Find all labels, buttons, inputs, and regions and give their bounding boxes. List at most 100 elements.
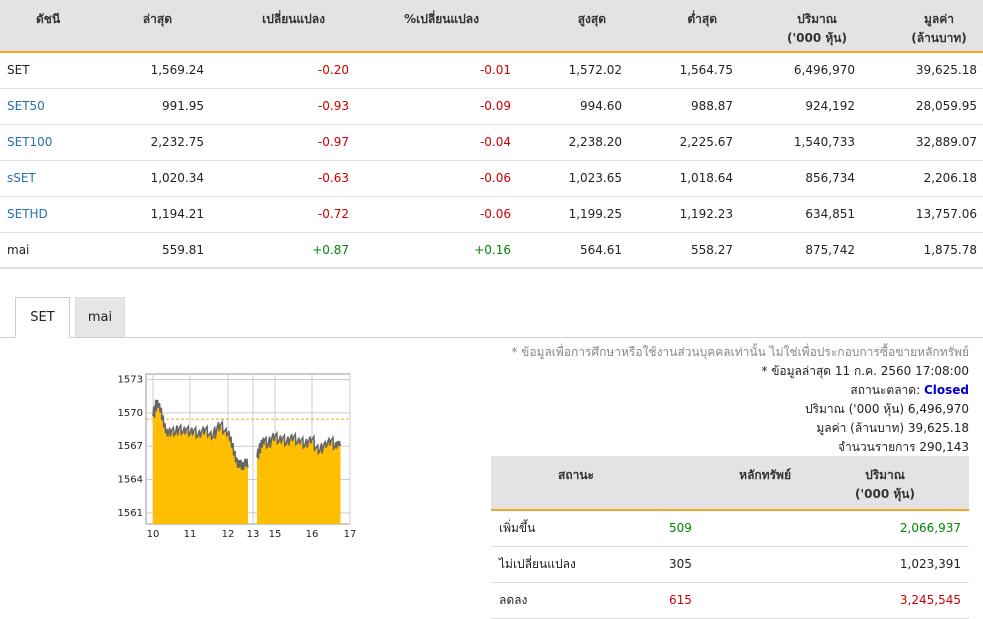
index-volume: 856,734 <box>739 160 861 197</box>
index-low: 1,192.23 <box>628 196 739 233</box>
index-name: mai <box>0 232 100 269</box>
index-low: 988.87 <box>628 88 739 125</box>
index-high: 1,572.02 <box>517 52 628 89</box>
status-securities: 615 <box>661 582 801 619</box>
index-row-sset: sSET 1,020.34 -0.63 -0.06 1,023.65 1,018… <box>0 160 983 197</box>
status-table-header: สถานะ หลักทรัพย์ ปริมาณ ('000 หุ้น) <box>491 456 969 511</box>
y-tick-label: 1564 <box>118 475 143 486</box>
header-pct-change: %เปลี่ยนแปลง <box>355 0 517 53</box>
index-pct: -0.06 <box>355 196 517 233</box>
index-value: 39,625.18 <box>861 52 983 89</box>
advance-decline-table: สถานะ หลักทรัพย์ ปริมาณ ('000 หุ้น) เพิ่… <box>491 456 969 619</box>
header-volume: ปริมาณ ('000 หุ้น) <box>739 0 861 53</box>
index-pct: -0.01 <box>355 52 517 89</box>
index-low: 558.27 <box>628 232 739 269</box>
index-link-sset[interactable]: sSET <box>0 160 100 197</box>
y-tick-label: 1573 <box>118 375 143 386</box>
index-high: 1,023.65 <box>517 160 628 197</box>
index-value: 28,059.95 <box>861 88 983 125</box>
y-tick-label: 1561 <box>118 508 143 519</box>
index-table-header: ดัชนี ล่าสุด เปลี่ยนแปลง %เปลี่ยนแปลง สู… <box>0 0 983 53</box>
index-row-mai: mai 559.81 +0.87 +0.16 564.61 558.27 875… <box>0 232 983 269</box>
header-securities: หลักทรัพย์ <box>661 456 801 511</box>
tab-set[interactable]: SET <box>15 297 70 338</box>
disclaimer-text: * ข้อมูลเพื่อการศึกษาหรือใช้งานส่วนบุคคล… <box>511 345 969 359</box>
index-change: -0.72 <box>210 196 355 233</box>
volume-line: ปริมาณ ('000 หุ้น) 6,496,970 <box>511 400 969 419</box>
index-pct: +0.16 <box>355 232 517 269</box>
status-volume: 3,245,545 <box>801 582 969 619</box>
index-last: 991.95 <box>100 88 210 125</box>
index-last: 2,232.75 <box>100 124 210 161</box>
index-high: 564.61 <box>517 232 628 269</box>
volume-label: ปริมาณ ('000 หุ้น) <box>804 402 905 416</box>
x-tick-label: 10 <box>147 529 160 540</box>
updated-text: * ข้อมูลล่าสุด 11 ก.ค. 2560 17:08:00 <box>761 364 969 378</box>
x-tick-label: 13 <box>247 529 260 540</box>
status-label: ลดลง <box>491 582 661 619</box>
status-label: ไม่เปลี่ยนแปลง <box>491 546 661 583</box>
index-pct: -0.09 <box>355 88 517 125</box>
index-high: 1,199.25 <box>517 196 628 233</box>
status-volume: 2,066,937 <box>801 510 969 547</box>
header-status-volume: ปริมาณ ('000 หุ้น) <box>801 456 969 511</box>
index-change: -0.63 <box>210 160 355 197</box>
transactions-line: จำนวนรายการ 290,143 <box>511 438 969 457</box>
header-status-volume-line1: ปริมาณ <box>865 468 905 482</box>
market-info: * ข้อมูลเพื่อการศึกษาหรือใช้งานส่วนบุคคล… <box>511 343 969 457</box>
index-row-sethd: SETHD 1,194.21 -0.72 -0.06 1,199.25 1,19… <box>0 196 983 233</box>
index-row-set: SET 1,569.24 -0.20 -0.01 1,572.02 1,564.… <box>0 52 983 89</box>
y-tick-label: 1570 <box>118 408 143 419</box>
header-name: ดัชนี <box>0 0 100 53</box>
header-value-line2: (ล้านบาท) <box>911 31 967 45</box>
index-last: 1,020.34 <box>100 160 210 197</box>
index-last: 1,194.21 <box>100 196 210 233</box>
index-link-set100[interactable]: SET100 <box>0 124 100 161</box>
index-pct: -0.04 <box>355 124 517 161</box>
index-low: 1,564.75 <box>628 52 739 89</box>
header-status: สถานะ <box>491 456 661 511</box>
index-high: 994.60 <box>517 88 628 125</box>
value-label: มูลค่า (ล้านบาท) <box>816 421 905 435</box>
index-volume: 6,496,970 <box>739 52 861 89</box>
header-value-line1: มูลค่า <box>923 12 955 26</box>
index-low: 1,018.64 <box>628 160 739 197</box>
status-row-up: เพิ่มขึ้น 509 2,066,937 <box>491 510 969 547</box>
intraday-chart: 1573 1570 1567 1564 1561 10 11 12 13 15 16 17 <box>118 373 357 540</box>
index-value: 2,206.18 <box>861 160 983 197</box>
x-tick-label: 15 <box>269 529 282 540</box>
index-volume: 634,851 <box>739 196 861 233</box>
tab-mai[interactable]: mai <box>75 297 125 337</box>
transactions-value: 290,143 <box>919 440 969 454</box>
index-pct: -0.06 <box>355 160 517 197</box>
index-link-set50[interactable]: SET50 <box>0 88 100 125</box>
index-volume: 1,540,733 <box>739 124 861 161</box>
afternoon-area <box>257 436 341 524</box>
status-row-unchanged: ไม่เปลี่ยนแปลง 305 1,023,391 <box>491 546 969 583</box>
index-value: 13,757.06 <box>861 196 983 233</box>
index-high: 2,238.20 <box>517 124 628 161</box>
value-value: 39,625.18 <box>907 421 969 435</box>
transactions-label: จำนวนรายการ <box>837 440 916 454</box>
index-last: 1,569.24 <box>100 52 210 89</box>
index-link-sethd[interactable]: SETHD <box>0 196 100 233</box>
value-line: มูลค่า (ล้านบาท) 39,625.18 <box>511 419 969 438</box>
header-volume-line1: ปริมาณ <box>797 12 837 26</box>
x-tick-label: 12 <box>222 529 235 540</box>
status-row-down: ลดลง 615 3,245,545 <box>491 582 969 619</box>
index-change: -0.20 <box>210 52 355 89</box>
index-row-set50: SET50 991.95 -0.93 -0.09 994.60 988.87 9… <box>0 88 983 125</box>
x-tick-label: 17 <box>344 529 357 540</box>
status-securities: 509 <box>661 510 801 547</box>
header-value: มูลค่า (ล้านบาท) <box>861 0 983 53</box>
status-securities: 305 <box>661 546 801 583</box>
index-name: SET <box>0 52 100 89</box>
index-table: ดัชนี ล่าสุด เปลี่ยนแปลง %เปลี่ยนแปลง สู… <box>0 0 983 269</box>
market-status-value: Closed <box>923 383 969 397</box>
header-low: ต่ำสุด <box>628 0 739 53</box>
market-status: สถานะตลาด: Closed <box>511 381 969 400</box>
header-last: ล่าสุด <box>100 0 210 53</box>
index-volume: 875,742 <box>739 232 861 269</box>
index-low: 2,225.67 <box>628 124 739 161</box>
status-volume: 1,023,391 <box>801 546 969 583</box>
